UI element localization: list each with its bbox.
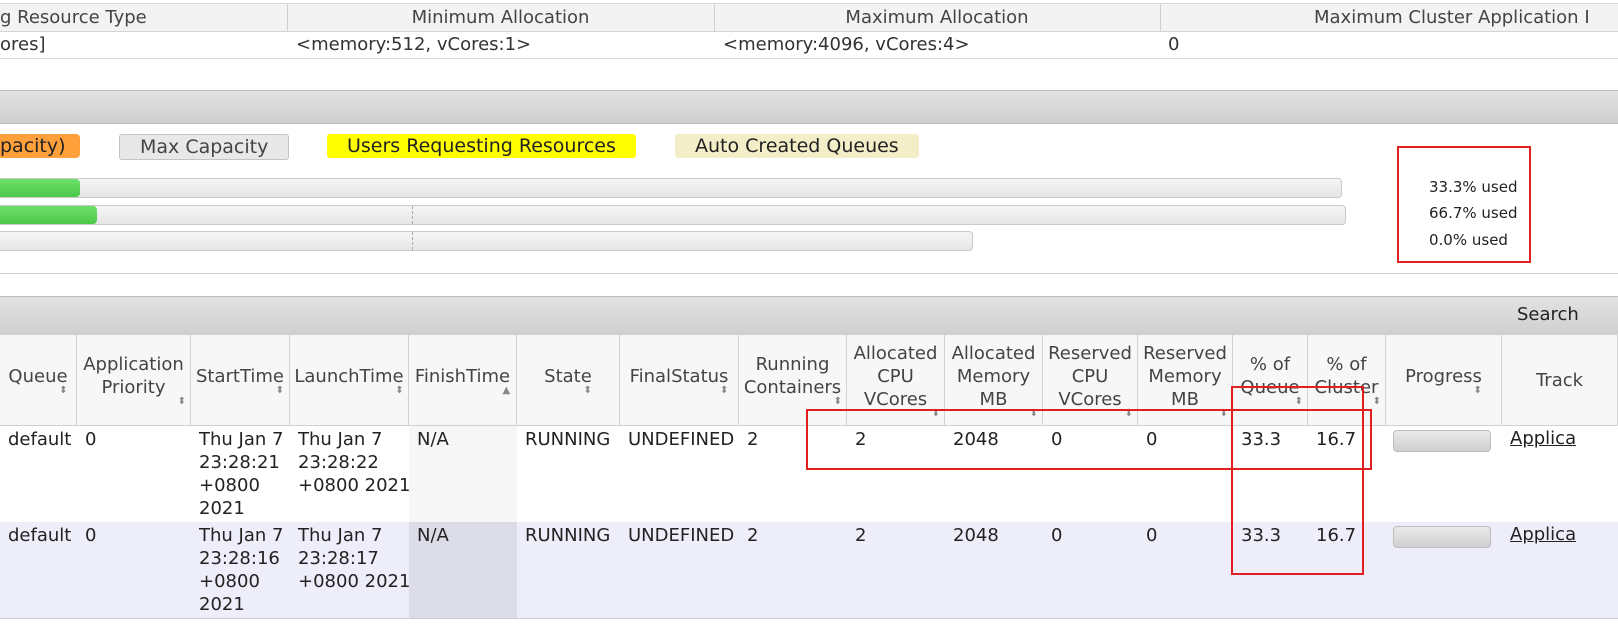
cell-minimum-allocation: <memory:512, vCores:1> bbox=[296, 34, 532, 55]
column-header-tracking[interactable]: Track bbox=[1502, 335, 1618, 425]
queue-bar-other[interactable] bbox=[0, 231, 973, 251]
column-header-label: Running Containers bbox=[743, 354, 842, 398]
cell-start: Thu Jan 7 23:28:21 +0800 2021 bbox=[199, 429, 284, 519]
legend-max-capacity: Max Capacity bbox=[119, 134, 290, 160]
search-label[interactable]: Search bbox=[1517, 304, 1579, 325]
column-header-label: StartTime bbox=[195, 365, 285, 387]
tracking-ui-link[interactable]: Applica bbox=[1510, 428, 1618, 449]
cell-cpu: 2 bbox=[855, 525, 867, 546]
usage-text-other: 0.0% used bbox=[1429, 231, 1508, 249]
cell-priority: 0 bbox=[85, 429, 97, 450]
header-minimum-allocation[interactable]: Minimum Allocation bbox=[287, 4, 715, 31]
cell-max-cluster-app: 0 bbox=[1168, 34, 1180, 55]
column-header-label: LaunchTime bbox=[294, 365, 404, 387]
header-maximum-allocation[interactable]: Maximum Allocation bbox=[714, 4, 1161, 31]
cell-maximum-allocation: <memory:4096, vCores:4> bbox=[723, 34, 970, 55]
column-header-finish[interactable]: FinishTime ▲ bbox=[409, 335, 517, 425]
cell-containers: 2 bbox=[747, 429, 759, 450]
queue-used-fill bbox=[0, 179, 81, 197]
cell-priority: 0 bbox=[85, 525, 97, 546]
column-header-start[interactable]: StartTime ⬍ bbox=[191, 335, 290, 425]
column-header-priority[interactable]: Application Priority ⬍ bbox=[77, 335, 191, 425]
highlight-percent-box bbox=[1231, 386, 1364, 575]
usage-text-default: 66.7% used bbox=[1429, 204, 1518, 222]
cell-resource-type: ores] bbox=[0, 34, 46, 55]
usage-highlight-box: 33.3% used 66.7% used 0.0% used bbox=[1397, 146, 1531, 263]
cell-final: UNDEFINED bbox=[628, 525, 735, 546]
column-header-launch[interactable]: LaunchTime ⬍ bbox=[290, 335, 409, 425]
cell-state: RUNNING bbox=[525, 429, 611, 450]
progress-bar bbox=[1393, 526, 1491, 548]
queue-used-fill bbox=[0, 206, 97, 224]
header-max-cluster-app[interactable]: Maximum Cluster Application I bbox=[1160, 4, 1618, 31]
column-header-label: Allocated Memory MB bbox=[951, 342, 1036, 410]
cell-final: UNDEFINED bbox=[628, 429, 735, 450]
column-header-state[interactable]: State ⬍ bbox=[517, 335, 620, 425]
apps-table-toolbar: Search bbox=[0, 296, 1618, 336]
column-header-progress[interactable]: Progress ⬍ bbox=[1386, 335, 1502, 425]
usage-text-root: 33.3% used bbox=[1429, 178, 1518, 196]
cell-launch: Thu Jan 7 23:28:17 +0800 2021 bbox=[298, 525, 411, 592]
column-header-label: Progress bbox=[1405, 365, 1482, 387]
legend-users-requesting: Users Requesting Resources bbox=[327, 134, 636, 158]
cell-launch: Thu Jan 7 23:28:22 +0800 2021 bbox=[298, 429, 411, 496]
cell-finish: N/A bbox=[417, 429, 449, 450]
cell-containers: 2 bbox=[747, 525, 759, 546]
column-header-label: Application Priority bbox=[83, 354, 184, 398]
queue-bar-default[interactable] bbox=[0, 205, 1346, 225]
column-header-queue[interactable]: Queue ⬍ bbox=[0, 335, 77, 425]
legend-capacity: pacity) bbox=[0, 134, 80, 158]
cell-mem: 2048 bbox=[953, 525, 999, 546]
resource-type-table: g Resource Type Minimum Allocation Maxim… bbox=[0, 3, 1618, 59]
progress-bar bbox=[1393, 430, 1491, 452]
table-bottom-border bbox=[0, 618, 1618, 619]
column-header-label: FinalStatus bbox=[629, 365, 729, 387]
column-header-label: Reserved Memory MB bbox=[1143, 342, 1227, 410]
header-resource-type[interactable]: g Resource Type bbox=[0, 4, 288, 31]
queue-capacity-marker bbox=[0, 232, 413, 250]
scheduler-section-header[interactable] bbox=[0, 90, 1618, 124]
column-header-final[interactable]: FinalStatus ⬍ bbox=[620, 335, 739, 425]
resource-table-row: ores] <memory:512, vCores:1> <memory:409… bbox=[0, 32, 1618, 59]
cell-state: RUNNING bbox=[525, 525, 611, 546]
cell-start: Thu Jan 7 23:28:16 +0800 2021 bbox=[199, 525, 284, 615]
column-header-label: Allocated CPU VCores bbox=[853, 342, 938, 410]
column-header-label: FinishTime bbox=[414, 365, 511, 387]
divider bbox=[0, 273, 1618, 274]
cell-queue: default bbox=[8, 429, 72, 450]
resource-table-header: g Resource Type Minimum Allocation Maxim… bbox=[0, 3, 1618, 32]
cell-queue: default bbox=[8, 525, 72, 546]
column-header-label: Track bbox=[1535, 369, 1584, 391]
tracking-ui-link[interactable]: Applica bbox=[1510, 524, 1618, 545]
legend-auto-created-queues: Auto Created Queues bbox=[675, 134, 919, 158]
cell-rcpu: 0 bbox=[1051, 525, 1063, 546]
cell-rmem: 0 bbox=[1146, 525, 1158, 546]
cell-finish: N/A bbox=[417, 525, 449, 546]
queue-bar-root[interactable] bbox=[0, 178, 1342, 198]
column-header-label: Reserved CPU VCores bbox=[1048, 342, 1132, 410]
